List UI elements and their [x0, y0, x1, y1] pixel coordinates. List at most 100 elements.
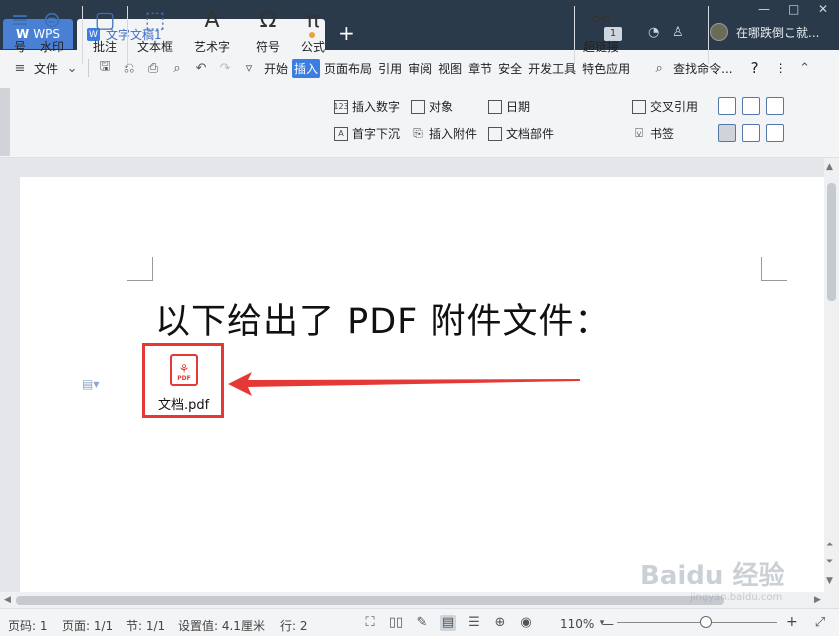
- help-button[interactable]: ?: [749, 59, 761, 77]
- formula-button[interactable]: π 公式: [299, 6, 327, 55]
- wordart-icon: A: [204, 7, 220, 33]
- tab-home[interactable]: 开始: [262, 59, 290, 78]
- zoom-slider-knob[interactable]: [700, 616, 712, 628]
- tab-page-layout[interactable]: 页面布局: [322, 59, 374, 78]
- hyperlink-button[interactable]: ⚯ 超链接: [583, 6, 619, 55]
- user-account[interactable]: 在哪跌倒こ就...: [710, 23, 819, 41]
- margin-corner-top-left: [127, 257, 153, 281]
- format-painter-icon[interactable]: ⎌: [121, 60, 137, 76]
- page-view-icon[interactable]: ▤: [440, 615, 456, 631]
- hamburger-icon[interactable]: ≡: [12, 60, 28, 76]
- skin-icon[interactable]: ♙: [672, 25, 684, 40]
- chevron-down-icon[interactable]: ⌄: [64, 60, 80, 76]
- symbol-button[interactable]: Ω 符号: [254, 6, 282, 55]
- watermark-button[interactable]: ⊜ 水印: [38, 6, 66, 55]
- ribbon-scroll-left-button[interactable]: [0, 88, 10, 156]
- paragraph-handle-icon[interactable]: ▤▾: [82, 377, 99, 391]
- edit-mode-icon[interactable]: ✎: [414, 615, 430, 631]
- more-options-icon[interactable]: ⋮: [773, 61, 789, 75]
- textbox-button[interactable]: ⬚ 文本框: [137, 6, 173, 55]
- avatar: [710, 23, 728, 41]
- partial-ribbon-item[interactable]: ≡ 号: [6, 6, 34, 55]
- form-checkbox-icon[interactable]: [742, 97, 760, 115]
- scroll-left-icon[interactable]: ◀: [4, 595, 11, 605]
- tab-special[interactable]: 特色应用: [580, 59, 632, 78]
- bookmark-button[interactable]: ⍌ 书签: [632, 125, 674, 142]
- form-textfield-icon[interactable]: [718, 97, 736, 115]
- crossref-button[interactable]: 交叉引用: [632, 98, 698, 115]
- insert-number-button[interactable]: 123 插入数字: [333, 98, 400, 115]
- comment-label: 批注: [92, 40, 117, 54]
- wordart-label: 艺术字: [194, 40, 231, 54]
- scroll-down-icon[interactable]: ▼: [826, 576, 833, 586]
- zoom-level[interactable]: 110%: [560, 617, 594, 631]
- document-parts-icon: [488, 126, 502, 141]
- zoom-slider-track[interactable]: [617, 622, 777, 623]
- tab-chapter[interactable]: 章节: [466, 59, 494, 78]
- calendar-icon: [488, 99, 502, 114]
- search-icon[interactable]: ⌕: [651, 60, 667, 76]
- pdf-icon-label: PDF: [177, 375, 191, 382]
- file-menu[interactable]: 文件: [32, 60, 60, 77]
- save-icon[interactable]: 🖫: [97, 59, 113, 76]
- status-setting-value[interactable]: 设置值: 4.1厘米: [178, 617, 265, 634]
- document-heading[interactable]: 以下给出了 PDF 附件文件：: [155, 293, 610, 344]
- eye-protection-icon[interactable]: ◉: [518, 615, 534, 631]
- object-button[interactable]: 对象: [411, 98, 453, 115]
- document-parts-button[interactable]: 文档部件: [488, 125, 554, 142]
- horizontal-scroll-thumb[interactable]: [16, 596, 724, 605]
- comment-button[interactable]: ▢ 批注: [91, 6, 119, 55]
- tab-developer[interactable]: 开发工具: [526, 59, 578, 78]
- vertical-scroll-thumb[interactable]: [827, 183, 836, 301]
- tab-review[interactable]: 审阅: [406, 59, 434, 78]
- pi-icon: π: [306, 7, 320, 33]
- textbox-label: 文本框: [137, 40, 174, 54]
- minimize-button[interactable]: —: [758, 2, 770, 16]
- print-icon[interactable]: ⎙: [145, 60, 161, 76]
- outline-view-icon[interactable]: ☰: [466, 615, 482, 631]
- insert-attachment-button[interactable]: ⎘ 插入附件: [411, 125, 477, 142]
- zoom-out-button[interactable]: —: [602, 617, 614, 631]
- web-view-icon[interactable]: ⊕: [492, 615, 508, 631]
- tab-references[interactable]: 引用: [376, 59, 404, 78]
- close-button[interactable]: ✕: [818, 2, 828, 16]
- tab-view[interactable]: 视图: [436, 59, 464, 78]
- red-arrow-annotation: [228, 372, 580, 396]
- new-tab-button[interactable]: +: [338, 21, 355, 45]
- form-protect-icon[interactable]: [766, 124, 784, 142]
- watermark-label: 水印: [39, 40, 64, 54]
- sync-icon[interactable]: ◔: [648, 25, 659, 40]
- status-pages[interactable]: 页面: 1/1: [62, 617, 113, 634]
- status-line[interactable]: 行: 2: [280, 617, 308, 634]
- undo-icon[interactable]: ↶: [193, 60, 209, 76]
- tab-security[interactable]: 安全: [496, 59, 524, 78]
- tab-insert[interactable]: 插入: [292, 58, 321, 78]
- status-section[interactable]: 节: 1/1: [126, 617, 165, 634]
- print-preview-icon[interactable]: ⌕: [169, 60, 185, 76]
- pdf-file-icon[interactable]: ⚘ PDF: [170, 354, 198, 386]
- collapse-ribbon-icon[interactable]: ⌃: [797, 60, 813, 76]
- previous-page-icon[interactable]: ⏶: [826, 540, 833, 550]
- form-reset-icon[interactable]: [742, 124, 760, 142]
- partial-label: 号: [13, 40, 26, 54]
- attachment-filename[interactable]: 文档.pdf: [158, 394, 209, 413]
- form-dropdown-icon[interactable]: [766, 97, 784, 115]
- zoom-in-button[interactable]: +: [786, 614, 798, 630]
- wordart-button[interactable]: A 艺术字: [194, 6, 230, 55]
- dropcap-button[interactable]: A 首字下沉: [334, 125, 400, 142]
- status-page-number[interactable]: 页码: 1: [8, 617, 48, 634]
- read-mode-icon[interactable]: ▯▯: [388, 615, 404, 631]
- search-command-input[interactable]: 查找命令...: [671, 60, 734, 77]
- date-button[interactable]: 日期: [488, 98, 530, 115]
- form-design-mode-icon[interactable]: [718, 124, 736, 142]
- next-page-icon[interactable]: ⏷: [826, 557, 833, 567]
- quick-access-more-icon[interactable]: ▿: [241, 60, 257, 76]
- maximize-button[interactable]: □: [788, 2, 799, 16]
- redo-icon[interactable]: ↷: [217, 60, 233, 76]
- scroll-up-icon[interactable]: ▲: [826, 162, 833, 172]
- object-icon: [411, 99, 425, 114]
- scroll-right-icon[interactable]: ▶: [814, 595, 821, 605]
- fullscreen-icon[interactable]: ⛶: [362, 615, 378, 631]
- hyperlink-label: 超链接: [583, 40, 620, 54]
- fit-window-icon[interactable]: ⤢: [812, 615, 828, 631]
